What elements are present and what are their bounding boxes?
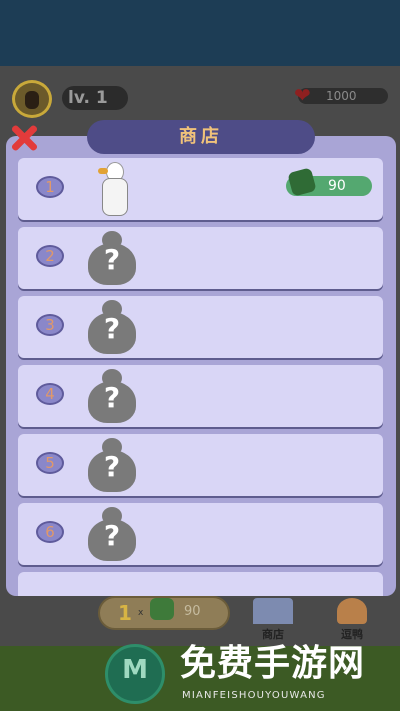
duck-icon	[98, 160, 128, 218]
item-number: 6	[36, 521, 64, 543]
shop-icon	[253, 598, 293, 624]
shop-item-5[interactable]: 5 ?	[18, 434, 383, 496]
player-avatar[interactable]	[12, 80, 52, 118]
close-icon[interactable]	[8, 122, 40, 154]
item-number: 2	[36, 245, 64, 267]
buy-price: 90	[184, 604, 201, 619]
locked-duck-icon: ?	[82, 367, 142, 425]
level-label: lv.	[68, 88, 90, 108]
top-status-bar	[0, 0, 400, 66]
watermark-logo	[105, 644, 165, 704]
watermark-subtitle: MIANFEISHOUYOUWANG	[182, 690, 326, 701]
watermark-title: 免费手游网	[180, 643, 366, 684]
locked-mark: ?	[103, 519, 121, 552]
locked-mark: ?	[103, 243, 121, 276]
buy-count: 1	[118, 601, 132, 625]
shop-panel: 1 90 2 ? 3 ? 4 ? 5 ? 6 ?	[6, 136, 396, 596]
nav-shop-button[interactable]: 商店	[251, 598, 295, 642]
multiply-sign: x	[138, 608, 144, 618]
level-value: 1	[95, 88, 108, 108]
shop-item-1[interactable]: 1 90	[18, 158, 383, 220]
locked-mark: ?	[103, 381, 121, 414]
nav-duck-button[interactable]: 逗鸭	[330, 598, 374, 642]
nav-shop-label: 商店	[262, 628, 284, 641]
shop-item-6[interactable]: 6 ?	[18, 503, 383, 565]
item-number: 3	[36, 314, 64, 336]
level-badge: lv. 1	[62, 86, 128, 110]
item-number: 1	[36, 176, 64, 198]
shop-item-3[interactable]: 3 ?	[18, 296, 383, 358]
money-icon	[150, 598, 174, 620]
shop-item-7-partial[interactable]	[18, 572, 383, 596]
locked-duck-icon: ?	[82, 229, 142, 287]
hp-value: 1000	[326, 89, 357, 103]
item-price: 90	[328, 178, 346, 194]
locked-duck-icon: ?	[82, 298, 142, 356]
shop-title: 商店	[87, 120, 315, 154]
locked-duck-icon: ?	[82, 436, 142, 494]
locked-duck-icon: ?	[82, 505, 142, 563]
locked-mark: ?	[103, 450, 121, 483]
heart-icon: ❤	[294, 83, 311, 107]
shop-item-2[interactable]: 2 ?	[18, 227, 383, 289]
item-number: 5	[36, 452, 64, 474]
locked-mark: ?	[103, 312, 121, 345]
item-number: 4	[36, 383, 64, 405]
nav-duck-label: 逗鸭	[341, 628, 363, 641]
duck-toy-icon	[337, 598, 367, 624]
shop-item-4[interactable]: 4 ?	[18, 365, 383, 427]
